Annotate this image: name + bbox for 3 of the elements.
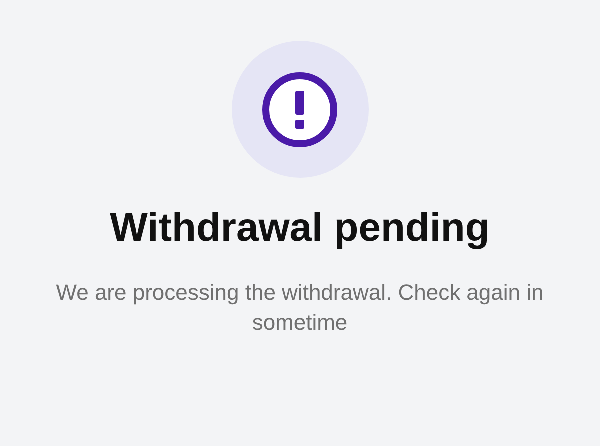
exclamation-icon [261, 70, 339, 148]
title: Withdrawal pending [110, 205, 490, 252]
message: We are processing the withdrawal. Check again in sometime [55, 279, 545, 337]
